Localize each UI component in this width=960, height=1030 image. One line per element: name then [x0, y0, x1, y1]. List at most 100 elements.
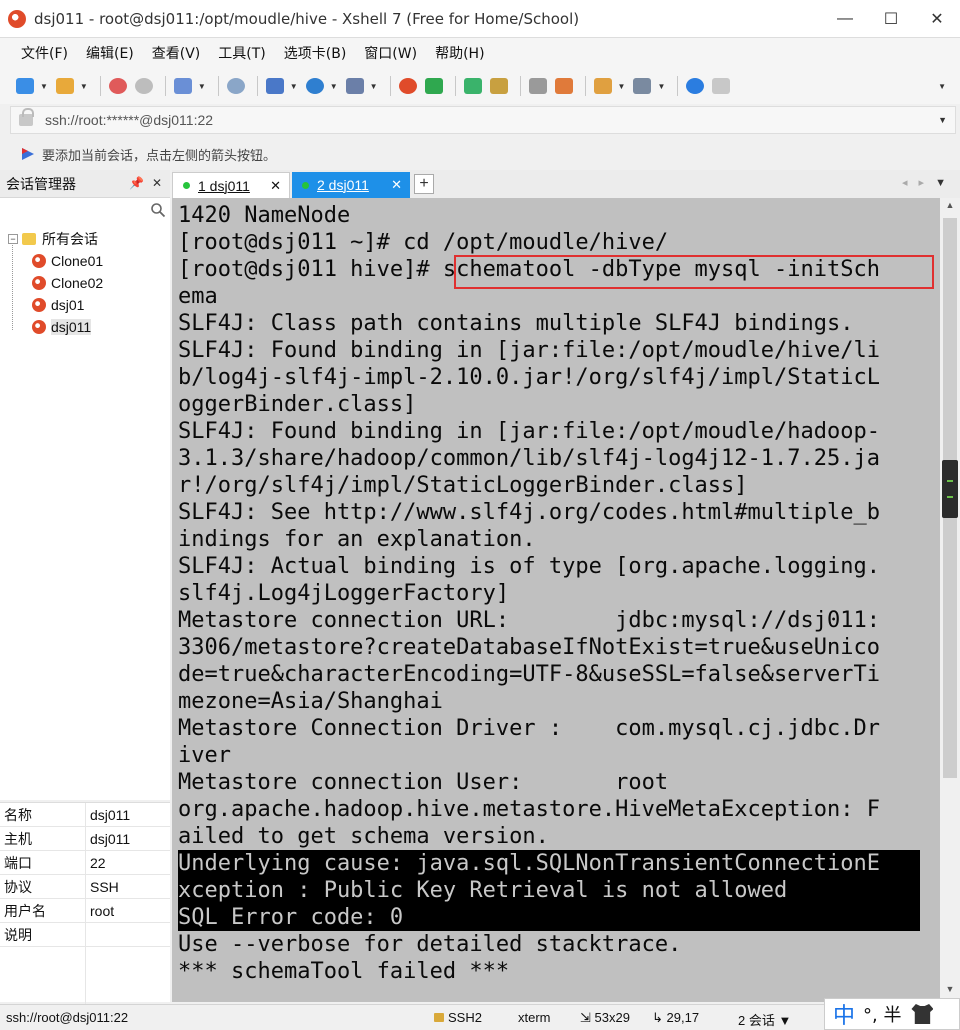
address-bar[interactable]: ssh://root:******@dsj011:22 ▼	[10, 106, 956, 134]
terminal-line: 3306/metastore?createDatabaseIfNotExist=…	[178, 635, 880, 660]
toolbar-separator	[256, 76, 258, 96]
terminal-line: SLF4J: Found binding in [jar:file:/opt/m…	[178, 338, 880, 363]
terminal-line: 3.1.3/share/hadoop/common/lib/slf4j-log4…	[178, 446, 880, 471]
help-icon[interactable]	[684, 75, 706, 97]
properties-icon[interactable]	[172, 75, 194, 97]
property-row: 端口 22	[0, 851, 170, 875]
transfer-dropdown-icon[interactable]: ▼	[290, 82, 298, 91]
ime-mode[interactable]: 中	[833, 998, 855, 1030]
ime-indicator[interactable]: 中 °, 半	[824, 998, 960, 1030]
toolbar-separator	[519, 76, 521, 96]
address-dropdown-icon[interactable]: ▼	[938, 115, 947, 125]
xshell-app-icon	[8, 9, 26, 28]
tab-label: 1 dsj011	[198, 177, 250, 194]
properties-dropdown-icon[interactable]: ▼	[198, 82, 206, 91]
tree-root[interactable]: − 所有会话	[8, 228, 103, 250]
fullscreen-icon[interactable]	[462, 75, 484, 97]
toolbar-overflow-icon[interactable]: ▼	[938, 82, 946, 91]
font-dropdown-icon[interactable]: ▼	[370, 82, 378, 91]
add-tab-button[interactable]: +	[414, 174, 434, 194]
font-icon[interactable]	[344, 75, 366, 97]
lock-icon[interactable]	[488, 75, 510, 97]
terminal-line: slf4j.Log4jLoggerFactory]	[178, 581, 510, 606]
menu-window[interactable]: 窗口(W)	[355, 43, 426, 63]
toolbar-separator	[389, 76, 391, 96]
chat-icon[interactable]	[710, 75, 732, 97]
keyboard-icon[interactable]	[527, 75, 549, 97]
session-icon	[32, 320, 46, 334]
tab-close-icon[interactable]: ✕	[391, 177, 402, 193]
menu-edit[interactable]: 编辑(E)	[77, 43, 143, 63]
connect-icon[interactable]	[107, 75, 129, 97]
session-item-dsj011[interactable]: dsj011	[32, 316, 103, 338]
new-tab-group-icon[interactable]	[592, 75, 614, 97]
session-manager-header: 会话管理器 📌 ✕	[0, 170, 170, 198]
xshell-icon[interactable]	[397, 75, 419, 97]
terminal-line: indings for an explanation.	[178, 527, 536, 552]
globe-dropdown-icon[interactable]: ▼	[330, 82, 338, 91]
new-session-dropdown-icon[interactable]: ▼	[40, 82, 48, 91]
maximize-button[interactable]: ☐	[868, 0, 914, 38]
tab-session-1[interactable]: 1 dsj011 ✕	[172, 172, 290, 198]
minimize-button[interactable]: —	[822, 0, 868, 38]
find-icon[interactable]	[225, 75, 247, 97]
terminal-line: SLF4J: Found binding in [jar:file:/opt/m…	[178, 419, 880, 444]
tab-group-dropdown-icon[interactable]: ▼	[618, 82, 626, 91]
scroll-up-icon[interactable]: ▲	[940, 200, 960, 216]
close-button[interactable]: ✕	[914, 0, 960, 38]
status-protocol: SSH2	[434, 1010, 482, 1025]
compose-icon[interactable]	[553, 75, 575, 97]
xftp-icon[interactable]	[423, 75, 445, 97]
search-icon[interactable]	[150, 202, 166, 218]
session-item-dsj01[interactable]: dsj01	[32, 294, 103, 316]
terminal-line: SLF4J: See http://www.slf4j.org/codes.ht…	[178, 500, 880, 525]
tab-scroll-controls[interactable]: ◂ ▸ ▼	[902, 176, 950, 189]
address-input[interactable]: ssh://root:******@dsj011:22	[45, 112, 213, 128]
status-sessions[interactable]: 2 会话 ▼	[738, 1010, 791, 1029]
layout-dropdown-icon[interactable]: ▼	[657, 82, 665, 91]
terminal-line: de=true&characterEncoding=UTF-8&useSSL=f…	[178, 662, 880, 687]
toolbar-separator	[677, 76, 679, 96]
menu-file[interactable]: 文件(F)	[12, 43, 77, 63]
session-item-clone02[interactable]: Clone02	[32, 272, 103, 294]
folder-icon	[22, 233, 36, 245]
globe-icon[interactable]	[304, 75, 326, 97]
skin-icon[interactable]	[911, 1004, 934, 1024]
open-folder-icon[interactable]	[54, 75, 76, 97]
pin-icon[interactable]: 📌	[129, 176, 144, 190]
property-key: 协议	[0, 875, 86, 898]
terminal-line: *** schemaTool failed ***	[178, 959, 510, 984]
terminal-line: Metastore connection User: root	[178, 770, 669, 795]
menu-view[interactable]: 查看(V)	[143, 43, 210, 63]
menu-tools[interactable]: 工具(T)	[209, 43, 274, 63]
toolbar-separator	[584, 76, 586, 96]
layout-icon[interactable]	[631, 75, 653, 97]
terminal-line: iver	[178, 743, 231, 768]
close-panel-icon[interactable]: ✕	[152, 176, 162, 190]
session-item-clone01[interactable]: Clone01	[32, 250, 103, 272]
menu-help[interactable]: 帮助(H)	[426, 43, 493, 63]
arrow-flag-icon[interactable]	[20, 146, 36, 162]
ime-punct[interactable]: °, 半	[863, 1001, 901, 1027]
property-key: 主机	[0, 827, 86, 850]
terminal-scrollbar[interactable]: ▲ ▼	[940, 198, 960, 1002]
new-session-icon[interactable]	[14, 75, 36, 97]
terminal-output[interactable]: 1420 NameNode [root@dsj011 ~]# cd /opt/mo…	[172, 198, 940, 1002]
toolbar-separator	[164, 76, 166, 96]
terminal-line: oggerBinder.class]	[178, 392, 417, 417]
property-value	[86, 923, 90, 946]
toolbar-separator	[454, 76, 456, 96]
menu-tabs[interactable]: 选项卡(B)	[275, 43, 356, 63]
highlighted-command-box	[454, 255, 934, 289]
property-key: 用户名	[0, 899, 86, 922]
transfer-icon[interactable]	[264, 75, 286, 97]
tab-session-2[interactable]: 2 dsj011 ✕	[292, 172, 410, 198]
property-value: dsj011	[90, 830, 131, 847]
tab-close-icon[interactable]: ✕	[270, 178, 281, 194]
terminal-line: org.apache.hadoop.hive.metastore.HiveMet…	[178, 797, 880, 822]
window-title: dsj011 - root@dsj011:/opt/moudle/hive - …	[34, 9, 580, 28]
collapse-icon[interactable]: −	[8, 234, 18, 244]
disconnect-icon[interactable]	[133, 75, 155, 97]
open-dropdown-icon[interactable]: ▼	[80, 82, 88, 91]
hint-text: 要添加当前会话，点击左侧的箭头按钮。	[42, 148, 277, 164]
